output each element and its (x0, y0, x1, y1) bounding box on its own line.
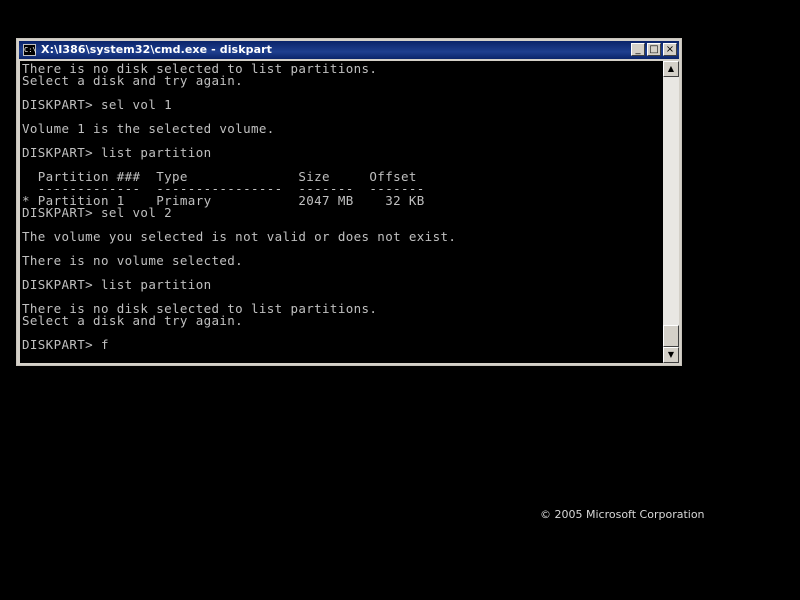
scroll-up-button[interactable]: ▲ (663, 61, 679, 77)
maximize-button[interactable]: □ (647, 43, 661, 56)
console-text[interactable]: There is no disk selected to list partit… (20, 61, 663, 351)
cmd-window[interactable]: C:\ X:\I386\system32\cmd.exe - diskpart … (16, 38, 682, 366)
close-button[interactable]: × (663, 43, 677, 56)
cmd-icon[interactable]: C:\ (23, 44, 37, 56)
scroll-down-button[interactable]: ▼ (663, 347, 679, 363)
vertical-scrollbar[interactable]: ▲ ▼ (663, 61, 679, 363)
window-title: X:\I386\system32\cmd.exe - diskpart (41, 43, 273, 56)
scroll-thumb[interactable] (663, 325, 679, 347)
window-controls: _ □ × (631, 43, 677, 57)
minimize-button[interactable]: _ (631, 43, 645, 56)
copyright-notice: © 2005 Microsoft Corporation (540, 508, 705, 521)
title-bar[interactable]: C:\ X:\I386\system32\cmd.exe - diskpart … (19, 41, 679, 59)
console-output[interactable]: There is no disk selected to list partit… (20, 61, 663, 363)
